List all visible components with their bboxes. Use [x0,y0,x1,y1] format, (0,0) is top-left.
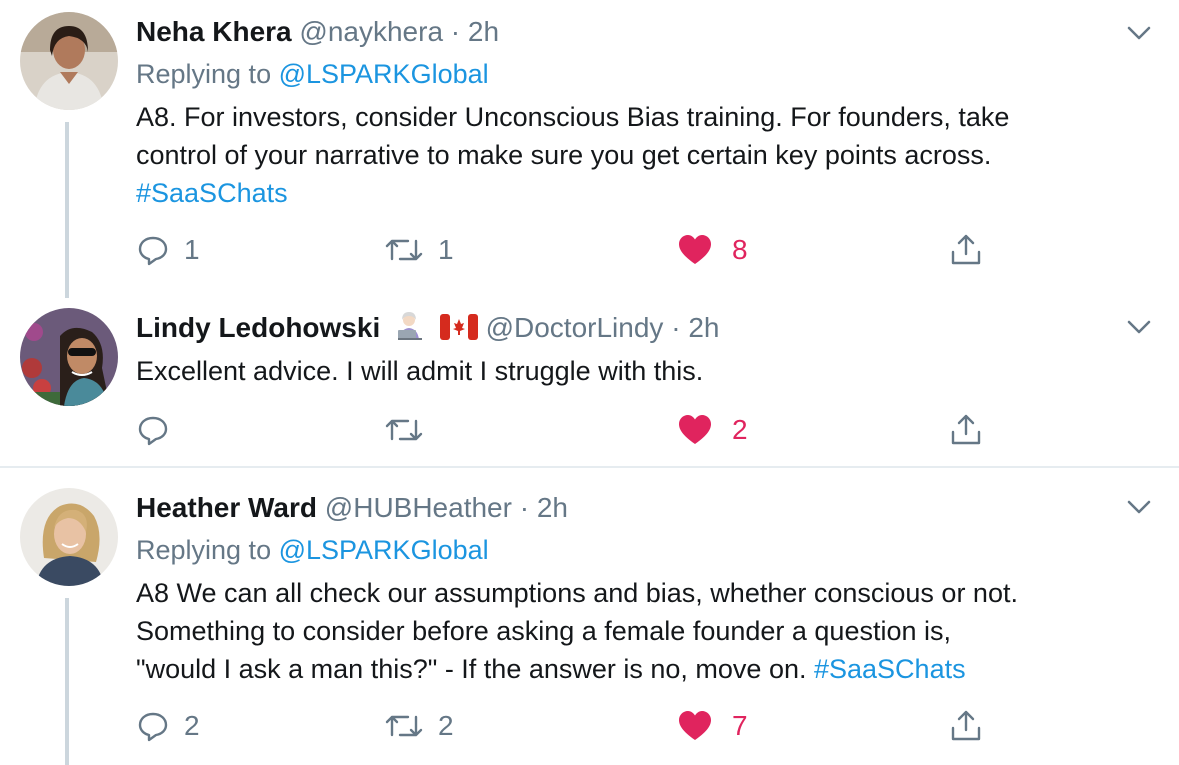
heart-icon [679,235,711,264]
tweet-lindy-ledohowski[interactable]: Lindy Ledohowski @DoctorLindy · 2h Excel… [0,300,1179,466]
tweet-header: Neha Khera @naykhera · 2h [136,14,499,50]
like-button[interactable]: 7 [678,706,748,746]
like-button[interactable]: 8 [678,230,748,270]
share-icon [951,234,981,265]
separator-dot: · [450,16,461,47]
avatar-heather-ward[interactable] [20,488,118,586]
avatar-lindy-ledohowski[interactable] [20,308,118,406]
like-count: 8 [732,234,748,265]
reply-count: 1 [184,234,200,265]
retweet-button[interactable] [384,410,438,450]
share-icon [951,414,981,445]
retweet-icon [385,419,423,441]
author-name[interactable]: Lindy Ledohowski [136,312,380,343]
heart-icon [679,711,711,740]
tweet-text-segment: "would I ask a man this?" - If the answe… [136,654,814,684]
author-handle[interactable]: @DoctorLindy [486,312,664,343]
like-count: 2 [732,414,748,445]
reply-icon [138,416,168,446]
technologist-emoji-icon [398,312,423,340]
retweet-icon [385,239,423,261]
more-options-chevron-icon[interactable] [1124,492,1154,522]
more-options-chevron-icon[interactable] [1124,312,1154,342]
tweet-header: Lindy Ledohowski @DoctorLindy · 2h [136,310,719,346]
tweet-text-line: A8. For investors, consider Unconscious … [136,102,1010,132]
replying-to-handle[interactable]: @LSPARKGlobal [279,59,489,89]
author-name[interactable]: Heather Ward [136,492,317,523]
author-handle[interactable]: @HUBHeather [325,492,512,523]
reply-button[interactable]: 2 [136,706,200,746]
separator-dot: · [671,312,681,343]
like-button[interactable]: 2 [678,410,748,450]
reply-icon [138,236,168,266]
heart-icon [679,415,711,444]
retweet-button[interactable]: 1 [384,230,454,270]
tweet-heather-ward[interactable]: Heather Ward @HUBHeather · 2h Replying t… [0,468,1179,765]
share-button[interactable] [948,230,984,270]
separator-dot: · [519,492,530,523]
hashtag-link[interactable]: #SaaSChats [814,654,966,684]
tweet-actions: 1 1 8 [136,230,996,270]
thread-line [65,598,69,765]
replying-to-label: Replying to [136,59,272,89]
thread-line [65,122,69,298]
tweet-text: A8 We can all check our assumptions and … [136,574,1156,688]
reply-button[interactable] [136,410,184,450]
author-handle[interactable]: @naykhera [299,16,443,47]
reply-button[interactable]: 1 [136,230,200,270]
tweet-text-line: A8 We can all check our assumptions and … [136,578,1018,608]
share-icon [951,710,981,741]
retweet-button[interactable]: 2 [384,706,454,746]
tweet-actions: 2 2 7 [136,706,996,746]
tweet-neha-khera[interactable]: Neha Khera @naykhera · 2h Replying to @L… [0,0,1179,300]
retweet-icon [385,715,423,737]
timestamp[interactable]: 2h [537,492,568,523]
tweet-text-line: Excellent advice. I will admit I struggl… [136,356,704,386]
tweet-text-line: control of your narrative to make sure y… [136,140,992,170]
tweet-text-line: Something to consider before asking a fe… [136,616,951,646]
replying-to: Replying to @LSPARKGlobal [136,532,489,568]
timestamp[interactable]: 2h [468,16,499,47]
replying-to-handle[interactable]: @LSPARKGlobal [279,535,489,565]
tweet-header: Heather Ward @HUBHeather · 2h [136,490,568,526]
tweet-text: Excellent advice. I will admit I struggl… [136,352,1156,390]
like-count: 7 [732,710,748,741]
canada-flag-icon [439,314,478,340]
avatar-neha-khera[interactable] [20,12,118,110]
tweet-text: A8. For investors, consider Unconscious … [136,98,1156,212]
retweet-count: 2 [438,710,454,741]
hashtag-link[interactable]: #SaaSChats [136,174,1156,212]
share-button[interactable] [948,706,984,746]
tweet-text-line: "would I ask a man this?" - If the answe… [136,650,1156,688]
replying-to-label: Replying to [136,535,272,565]
timestamp[interactable]: 2h [688,312,719,343]
reply-icon [138,712,168,742]
retweet-count: 1 [438,234,454,265]
replying-to: Replying to @LSPARKGlobal [136,56,489,92]
author-name[interactable]: Neha Khera [136,16,292,47]
share-button[interactable] [948,410,984,450]
more-options-chevron-icon[interactable] [1124,18,1154,48]
tweet-actions: 2 [136,410,996,450]
reply-count: 2 [184,710,200,741]
